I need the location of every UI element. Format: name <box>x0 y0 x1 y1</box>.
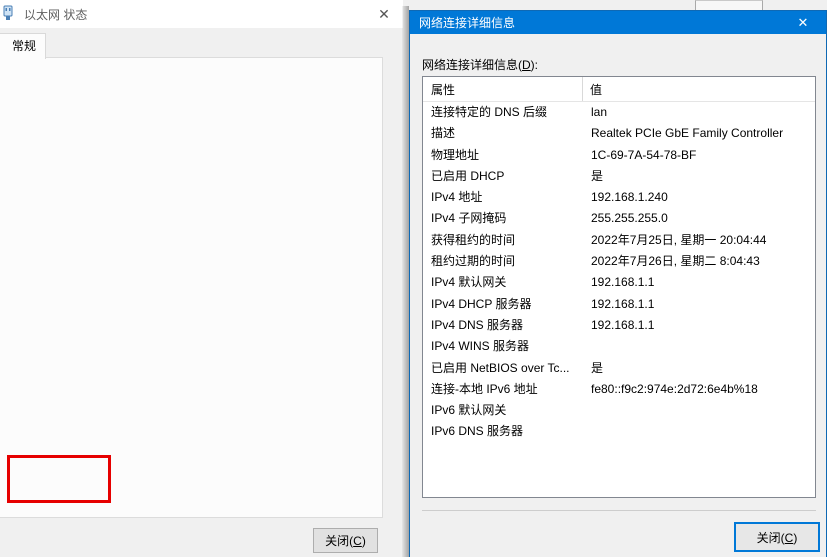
value-cell: 192.168.1.1 <box>584 272 654 293</box>
table-row[interactable]: 已启用 NetBIOS over Tc...是 <box>423 358 815 379</box>
property-cell: IPv6 默认网关 <box>423 400 584 421</box>
close-icon[interactable]: ✕ <box>373 4 395 24</box>
property-cell: 连接-本地 IPv6 地址 <box>423 379 584 400</box>
table-row[interactable]: 连接特定的 DNS 后缀lan <box>423 102 815 123</box>
property-cell: 租约过期的时间 <box>423 251 584 272</box>
value-cell: fe80::f9c2:974e:2d72:6e4b%18 <box>584 379 758 400</box>
window-title: 以太网 状态 <box>24 6 87 23</box>
general-tab-page <box>0 57 383 518</box>
details-list-label: 网络连接详细信息(D): <box>422 56 538 73</box>
table-header-row: 属性 值 <box>423 77 815 102</box>
table-row[interactable]: IPv6 默认网关 <box>423 400 815 421</box>
window-title: 网络连接详细信息 <box>419 14 515 31</box>
table-row[interactable]: IPv6 DNS 服务器 <box>423 421 815 442</box>
property-cell: IPv4 WINS 服务器 <box>423 336 584 357</box>
details-title-bar: 网络连接详细信息 ✕ <box>410 11 826 34</box>
table-row[interactable]: 获得租约的时间2022年7月25日, 星期一 20:04:44 <box>423 230 815 251</box>
property-cell: IPv4 子网掩码 <box>423 208 584 229</box>
tab-general[interactable]: 常规 <box>0 33 46 59</box>
ethernet-close-button[interactable]: 关闭(C) <box>313 528 378 553</box>
property-cell: IPv4 DNS 服务器 <box>423 315 584 336</box>
annotation-highlight-rectangle <box>7 455 111 503</box>
ethernet-close-button-label: 关闭(C) <box>325 532 366 549</box>
ethernet-adapter-icon <box>1 5 15 24</box>
details-close-button[interactable]: 关闭(C) <box>734 522 820 552</box>
property-column-header[interactable]: 属性 <box>423 77 583 101</box>
close-icon[interactable]: ✕ <box>786 12 820 33</box>
property-cell: 连接特定的 DNS 后缀 <box>423 102 584 123</box>
property-cell: IPv4 默认网关 <box>423 272 584 293</box>
table-row[interactable]: 描述Realtek PCIe GbE Family Controller <box>423 123 815 144</box>
value-cell: 是 <box>584 166 603 187</box>
value-cell <box>584 336 591 357</box>
table-row[interactable]: 连接-本地 IPv6 地址fe80::f9c2:974e:2d72:6e4b%1… <box>423 379 815 400</box>
ethernet-title-bar: 以太网 状态 ✕ <box>0 0 403 28</box>
details-close-button-label: 关闭(C) <box>757 529 798 546</box>
property-cell: IPv4 地址 <box>423 187 584 208</box>
table-row[interactable]: IPv4 子网掩码255.255.255.0 <box>423 208 815 229</box>
table-row[interactable]: IPv4 DNS 服务器192.168.1.1 <box>423 315 815 336</box>
table-row[interactable]: IPv4 WINS 服务器 <box>423 336 815 357</box>
table-row[interactable]: 租约过期的时间2022年7月26日, 星期二 8:04:43 <box>423 251 815 272</box>
value-cell <box>584 421 591 442</box>
value-cell: 2022年7月25日, 星期一 20:04:44 <box>584 230 766 251</box>
table-row[interactable]: 物理地址1C-69-7A-54-78-BF <box>423 145 815 166</box>
value-cell: 192.168.1.1 <box>584 294 654 315</box>
background-window-fragment <box>695 0 763 10</box>
value-cell: Realtek PCIe GbE Family Controller <box>584 123 783 144</box>
value-cell: 192.168.1.240 <box>584 187 668 208</box>
dialog-drop-shadow <box>402 6 409 557</box>
ethernet-status-dialog: 以太网 状态 ✕ 常规 连接 IPv4 连接:InternetIPv6 连接:无… <box>0 0 403 557</box>
table-row[interactable]: IPv4 地址192.168.1.240 <box>423 187 815 208</box>
property-cell: IPv4 DHCP 服务器 <box>423 294 584 315</box>
table-rows: 连接特定的 DNS 后缀lan描述Realtek PCIe GbE Family… <box>423 102 815 443</box>
value-cell: lan <box>584 102 607 123</box>
property-cell: 物理地址 <box>423 145 584 166</box>
value-cell: 是 <box>584 358 603 379</box>
table-row[interactable]: IPv4 默认网关192.168.1.1 <box>423 272 815 293</box>
table-row[interactable]: 已启用 DHCP是 <box>423 166 815 187</box>
property-cell: 已启用 NetBIOS over Tc... <box>423 358 584 379</box>
table-row[interactable]: IPv4 DHCP 服务器192.168.1.1 <box>423 294 815 315</box>
bottom-separator <box>422 510 816 511</box>
value-cell: 192.168.1.1 <box>584 315 654 336</box>
value-cell: 1C-69-7A-54-78-BF <box>584 145 696 166</box>
property-cell: 获得租约的时间 <box>423 230 584 251</box>
value-cell <box>584 400 591 421</box>
property-cell: 描述 <box>423 123 584 144</box>
property-cell: IPv6 DNS 服务器 <box>423 421 584 442</box>
network-details-dialog: 网络连接详细信息 ✕ 网络连接详细信息(D): 属性 值 连接特定的 DNS 后… <box>409 10 827 557</box>
property-cell: 已启用 DHCP <box>423 166 584 187</box>
value-cell: 255.255.255.0 <box>584 208 668 229</box>
value-column-header[interactable]: 值 <box>583 81 602 98</box>
details-table[interactable]: 属性 值 连接特定的 DNS 后缀lan描述Realtek PCIe GbE F… <box>422 76 816 498</box>
value-cell: 2022年7月26日, 星期二 8:04:43 <box>584 251 760 272</box>
